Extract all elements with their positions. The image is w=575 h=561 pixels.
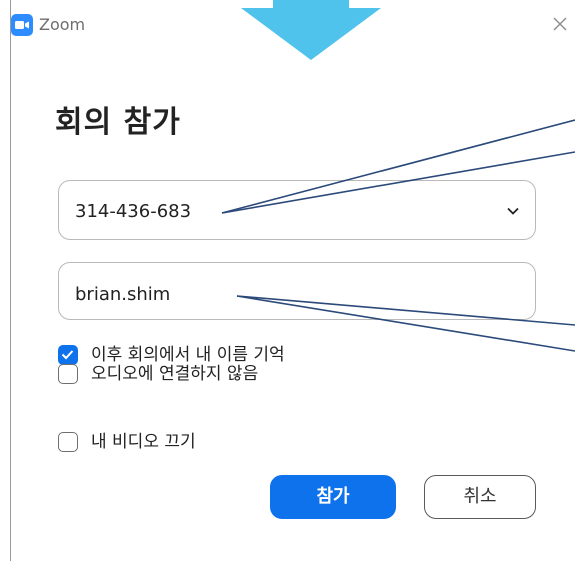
page-title: 회의 참가 <box>55 105 181 140</box>
meeting-id-value: 314-436-683 <box>75 201 192 222</box>
join-button[interactable]: 참가 <box>270 475 396 519</box>
zoom-camera-icon <box>11 14 33 36</box>
app-title: Zoom <box>39 15 86 34</box>
video-off-label: 내 비디오 끄기 <box>91 432 196 452</box>
dialog-window: Zoom 회의 참가 314-436-683 brian.shim 이후 회의에… <box>11 0 575 561</box>
video-off-checkbox[interactable] <box>58 432 78 452</box>
close-icon[interactable] <box>549 13 571 35</box>
remember-name-checkbox[interactable] <box>58 345 78 365</box>
zoom-join-meeting-dialog: Zoom 회의 참가 314-436-683 brian.shim 이후 회의에… <box>0 0 575 561</box>
cancel-button[interactable]: 취소 <box>424 475 536 519</box>
meeting-id-dropdown[interactable]: 314-436-683 <box>58 180 536 240</box>
down-arrow-annotation <box>231 0 391 62</box>
checkmark-icon <box>61 350 74 360</box>
name-field[interactable]: brian.shim <box>58 262 536 320</box>
chevron-down-icon[interactable] <box>505 203 521 219</box>
no-audio-label: 오디오에 연결하지 않음 <box>91 364 259 384</box>
window-left-edge <box>0 0 11 561</box>
no-audio-checkbox[interactable] <box>58 364 78 384</box>
name-value: brian.shim <box>75 284 171 305</box>
